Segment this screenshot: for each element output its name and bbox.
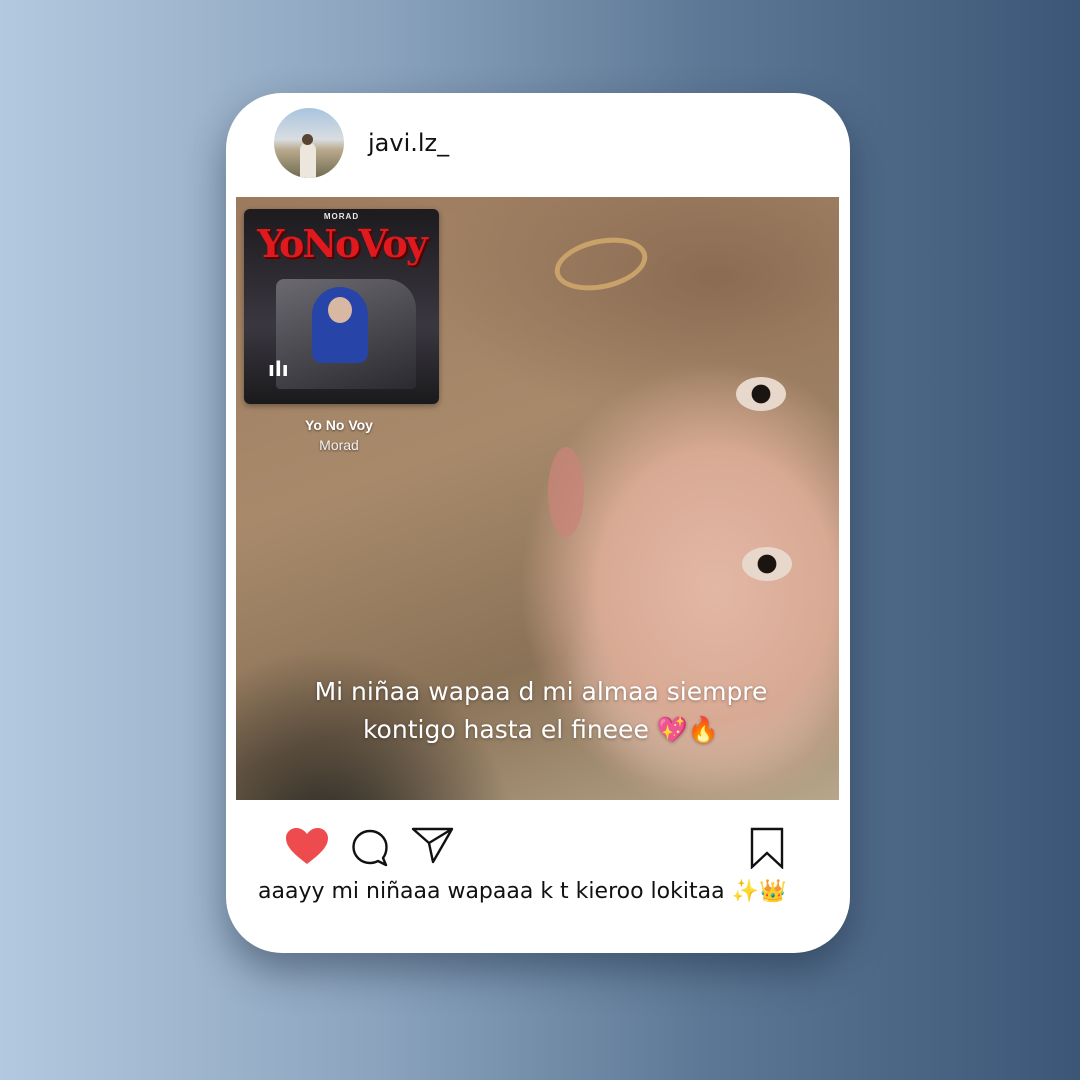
- comment-bubble: [352, 829, 388, 867]
- song-title: Yo No Voy: [305, 417, 373, 433]
- comment-icon[interactable]: [350, 827, 390, 867]
- photo-eye-upper: [736, 377, 786, 411]
- photo-eye-lower: [742, 547, 792, 581]
- username[interactable]: javi.lz_: [368, 129, 449, 157]
- instagram-post-card: javi.lz_ MORAD YoNoVoy ılı Yo No Voy Mor…: [226, 93, 850, 953]
- post-caption: aaayy mi niñaaa wapaaa k t kieroo lokita…: [258, 879, 787, 904]
- album-person-face: [328, 297, 352, 323]
- photo-overlay-caption: Mi niñaa wapaa d mi almaa siempre kontig…: [314, 677, 768, 744]
- audio-wave-icon[interactable]: ılı: [268, 357, 289, 381]
- song-artist: Morad: [319, 437, 359, 453]
- album-title-art: YoNoVoy: [257, 221, 428, 266]
- heart-shape: [286, 828, 328, 864]
- heart-icon[interactable]: [284, 826, 330, 866]
- photo-lips: [548, 447, 584, 537]
- music-sticker[interactable]: MORAD YoNoVoy ılı: [244, 209, 439, 404]
- post-photo[interactable]: MORAD YoNoVoy ılı Yo No Voy Morad Mi niñ…: [236, 197, 839, 800]
- avatar-figure: [300, 142, 316, 178]
- avatar-head: [302, 134, 313, 145]
- earring: [549, 229, 653, 299]
- share-plane: [411, 827, 454, 864]
- bookmark-shape: [750, 827, 784, 869]
- album-artist-label: MORAD: [323, 212, 360, 221]
- share-icon[interactable]: [410, 825, 454, 865]
- avatar[interactable]: [274, 108, 344, 178]
- bookmark-icon[interactable]: [750, 827, 784, 869]
